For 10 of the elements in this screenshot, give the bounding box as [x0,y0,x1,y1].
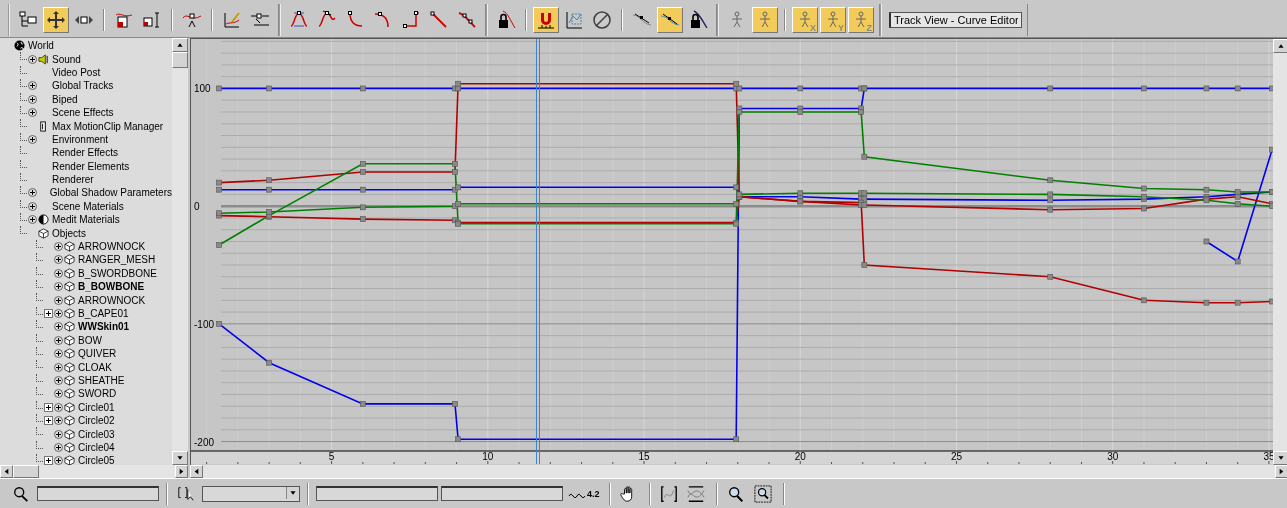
y-tick-label: -200 [194,436,214,448]
x-tick-label: 20 [794,451,806,462]
y-tick-label: -100 [194,318,214,330]
x-tick-label: 30 [1107,451,1119,462]
y-tick-label: 100 [194,83,211,95]
x-tick-label: 15 [638,451,650,462]
x-tick-label: 25 [950,451,963,462]
x-tick-label: 5 [328,451,335,462]
y-tick-label: 0 [194,201,200,213]
x-tick-label: 10 [482,451,494,462]
